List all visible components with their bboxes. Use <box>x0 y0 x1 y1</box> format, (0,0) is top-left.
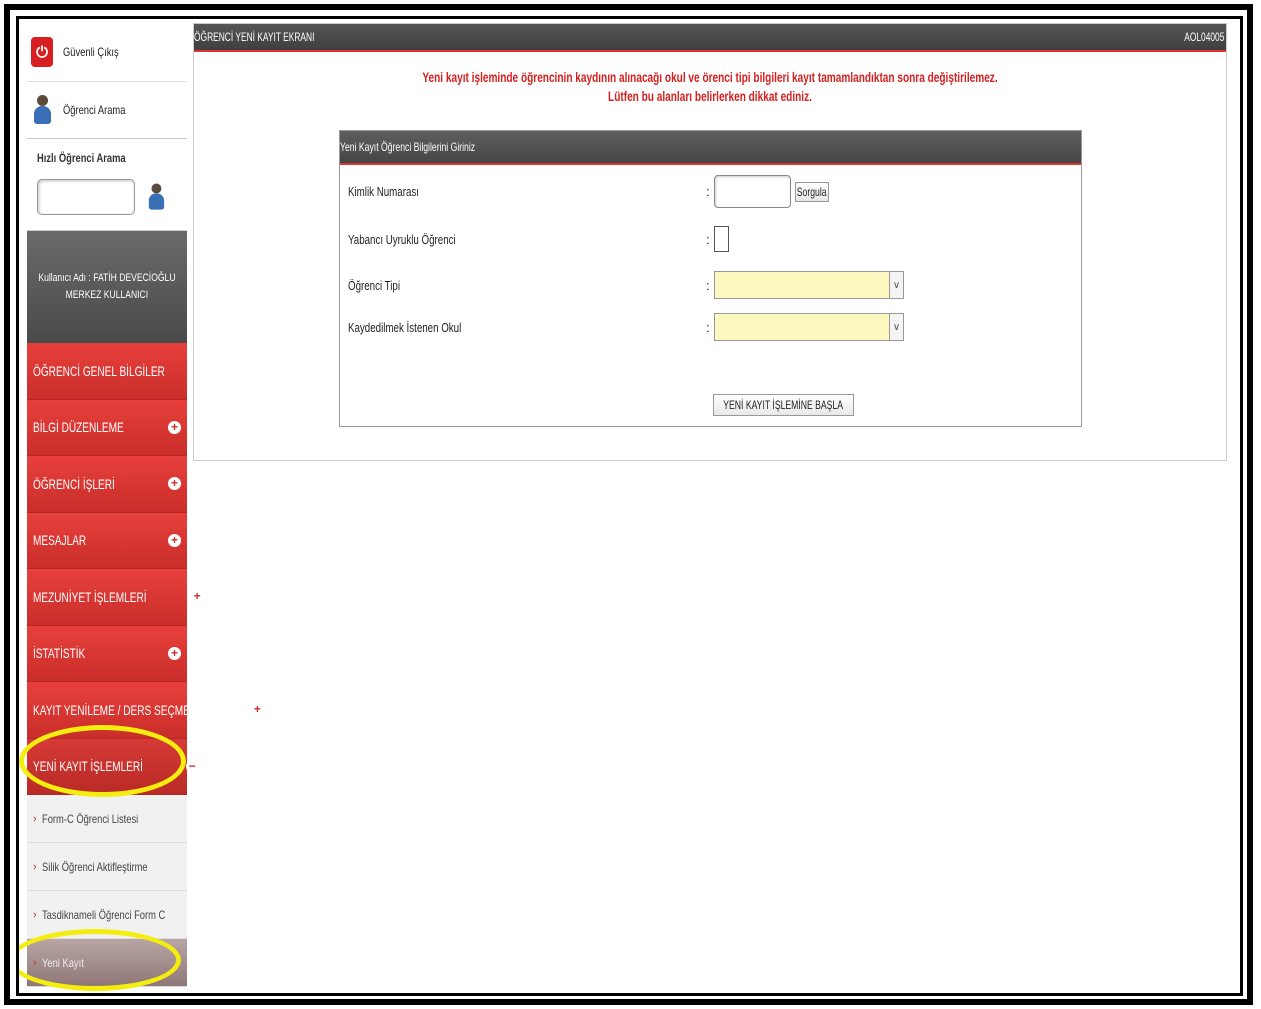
main-content: ÖĞRENCİ YENİ KAYIT EKRANI AOL04005 Yeni … <box>193 23 1227 461</box>
warning-line-2: Lütfen bu alanları belirlerken dikkat ed… <box>608 88 812 104</box>
menu-item-istatistik[interactable]: İSTATİSTİK + <box>27 625 187 682</box>
chevron-down-icon[interactable]: ∨ <box>889 314 903 340</box>
quick-search: Hızlı Öğrenci Arama <box>27 139 187 231</box>
plus-icon: + <box>168 477 181 491</box>
logout-button[interactable]: ⏻ Güvenli Çıkış <box>27 23 187 82</box>
user-name: Kullanıcı Adı : FATİH DEVECİOĞLU <box>38 272 176 284</box>
plus-icon: + <box>168 420 181 434</box>
submenu-item-label: Silik Öğrenci Aktifleştirme <box>41 859 148 874</box>
menu-item-label: YENİ KAYIT İŞLEMLERİ <box>33 758 143 775</box>
chevron-right-icon: › <box>33 812 37 825</box>
okul-select[interactable]: ∨ <box>714 313 904 341</box>
colon: : <box>706 277 710 293</box>
submenu-item-form-c-ogrenci-listesi[interactable]: › Form-C Öğrenci Listesi <box>27 795 187 843</box>
submenu-item-silik-ogrenci[interactable]: › Silik Öğrenci Aktifleştirme <box>27 843 187 891</box>
menu-item-kayit-yenileme[interactable]: KAYIT YENİLEME / DERS SEÇME + <box>27 682 264 739</box>
minus-icon: − <box>185 759 199 773</box>
submenu-item-label: Tasdiknameli Öğrenci Form C <box>41 907 165 922</box>
user-role: MERKEZ KULLANICI <box>65 289 149 301</box>
student-search-label: Öğrenci Arama <box>63 103 126 117</box>
plus-icon: + <box>168 533 181 547</box>
sorgula-label: Sorgula <box>797 184 827 199</box>
page-title: ÖĞRENCİ YENİ KAYIT EKRANI <box>194 30 315 44</box>
menu-item-mezuniyet-islemleri[interactable]: MEZUNİYET İŞLEMLERİ + <box>27 569 204 626</box>
power-icon: ⏻ <box>31 37 53 67</box>
menu-item-label: MESAJLAR <box>33 532 87 549</box>
warning-message: Yeni kayıt işleminde öğrencinin kaydının… <box>194 68 1226 106</box>
ogrenci-tipi-label: Öğrenci Tipi <box>348 277 401 293</box>
submenu-item-label: Yeni Kayıt <box>41 955 84 970</box>
form-header: Yeni Kayıt Öğrenci Bilgilerini Giriniz <box>340 131 1081 165</box>
plus-icon: + <box>250 703 264 717</box>
sidebar: ⏻ Güvenli Çıkış Öğrenci Arama Hızlı Öğre… <box>27 23 264 993</box>
menu-item-label: BİLGİ DÜZENLEME <box>33 419 124 436</box>
okul-label: Kaydedilmek İstenen Okul <box>348 319 462 335</box>
chevron-down-icon[interactable]: ∨ <box>889 272 903 298</box>
ogrenci-tipi-select[interactable]: ∨ <box>714 271 904 299</box>
quick-search-title: Hızlı Öğrenci Arama <box>37 151 126 165</box>
kimlik-input[interactable] <box>714 175 791 208</box>
screen-code: AOL04005 <box>1183 30 1224 44</box>
start-registration-button[interactable]: YENİ KAYIT İŞLEMİNE BAŞLA <box>713 394 854 416</box>
menu-item-label: KAYIT YENİLEME / DERS SEÇME <box>33 701 190 718</box>
page-header: ÖĞRENCİ YENİ KAYIT EKRANI AOL04005 <box>194 24 1226 52</box>
student-search-link[interactable]: Öğrenci Arama <box>27 82 187 139</box>
colon: : <box>706 184 710 199</box>
screenshot-frame: ⏻ Güvenli Çıkış Öğrenci Arama Hızlı Öğre… <box>16 16 1243 996</box>
menu-item-bilgi-duzenleme[interactable]: BİLGİ DÜZENLEME + <box>27 399 187 456</box>
menu-item-yeni-kayit-islemleri[interactable]: YENİ KAYIT İŞLEMLERİ − <box>27 738 199 795</box>
menu-item-ogrenci-genel-bilgiler[interactable]: ÖĞRENCİ GENEL BİLGİLER + <box>27 343 230 400</box>
menu-item-label: ÖĞRENCİ İŞLERİ <box>33 475 115 492</box>
submenu-item-tasdiknameli[interactable]: › Tasdiknameli Öğrenci Form C <box>27 891 187 939</box>
yabanci-checkbox[interactable] <box>714 226 729 252</box>
menu-item-label: ÖĞRENCİ GENEL BİLGİLER <box>33 362 165 379</box>
submenu-item-yeni-kayit[interactable]: › Yeni Kayıt <box>27 939 187 987</box>
yabanci-label: Yabancı Uyruklu Öğrenci <box>348 231 456 247</box>
plus-icon: + <box>190 590 204 604</box>
menu-item-mesajlar[interactable]: MESAJLAR + <box>27 512 187 569</box>
start-registration-label: YENİ KAYIT İŞLEMİNE BAŞLA <box>723 398 844 412</box>
student-icon <box>31 93 53 127</box>
sorgula-button[interactable]: Sorgula <box>795 181 829 202</box>
logout-label: Güvenli Çıkış <box>63 45 119 59</box>
menu-item-label: İSTATİSTİK <box>33 645 86 662</box>
plus-icon: + <box>168 646 181 660</box>
chevron-right-icon: › <box>33 956 37 969</box>
user-info: Kullanıcı Adı : FATİH DEVECİOĞLU MERKEZ … <box>27 231 187 343</box>
colon: : <box>706 319 710 335</box>
warning-line-1: Yeni kayıt işleminde öğrencinin kaydının… <box>422 69 998 85</box>
submenu-item-label: Form-C Öğrenci Listesi <box>41 811 138 826</box>
kimlik-label: Kimlik Numarası <box>348 184 419 199</box>
colon: : <box>706 231 710 247</box>
menu-item-label: MEZUNİYET İŞLEMLERİ <box>33 588 147 605</box>
menu-item-ogrenci-isleri[interactable]: ÖĞRENCİ İŞLERİ + <box>27 456 187 513</box>
chevron-right-icon: › <box>33 860 37 873</box>
chevron-right-icon: › <box>33 908 37 921</box>
new-registration-form: Yeni Kayıt Öğrenci Bilgilerini Giriniz K… <box>339 130 1082 427</box>
quick-search-user-icon[interactable] <box>146 182 166 213</box>
form-title: Yeni Kayıt Öğrenci Bilgilerini Giriniz <box>340 140 476 154</box>
quick-search-input[interactable] <box>37 179 135 215</box>
